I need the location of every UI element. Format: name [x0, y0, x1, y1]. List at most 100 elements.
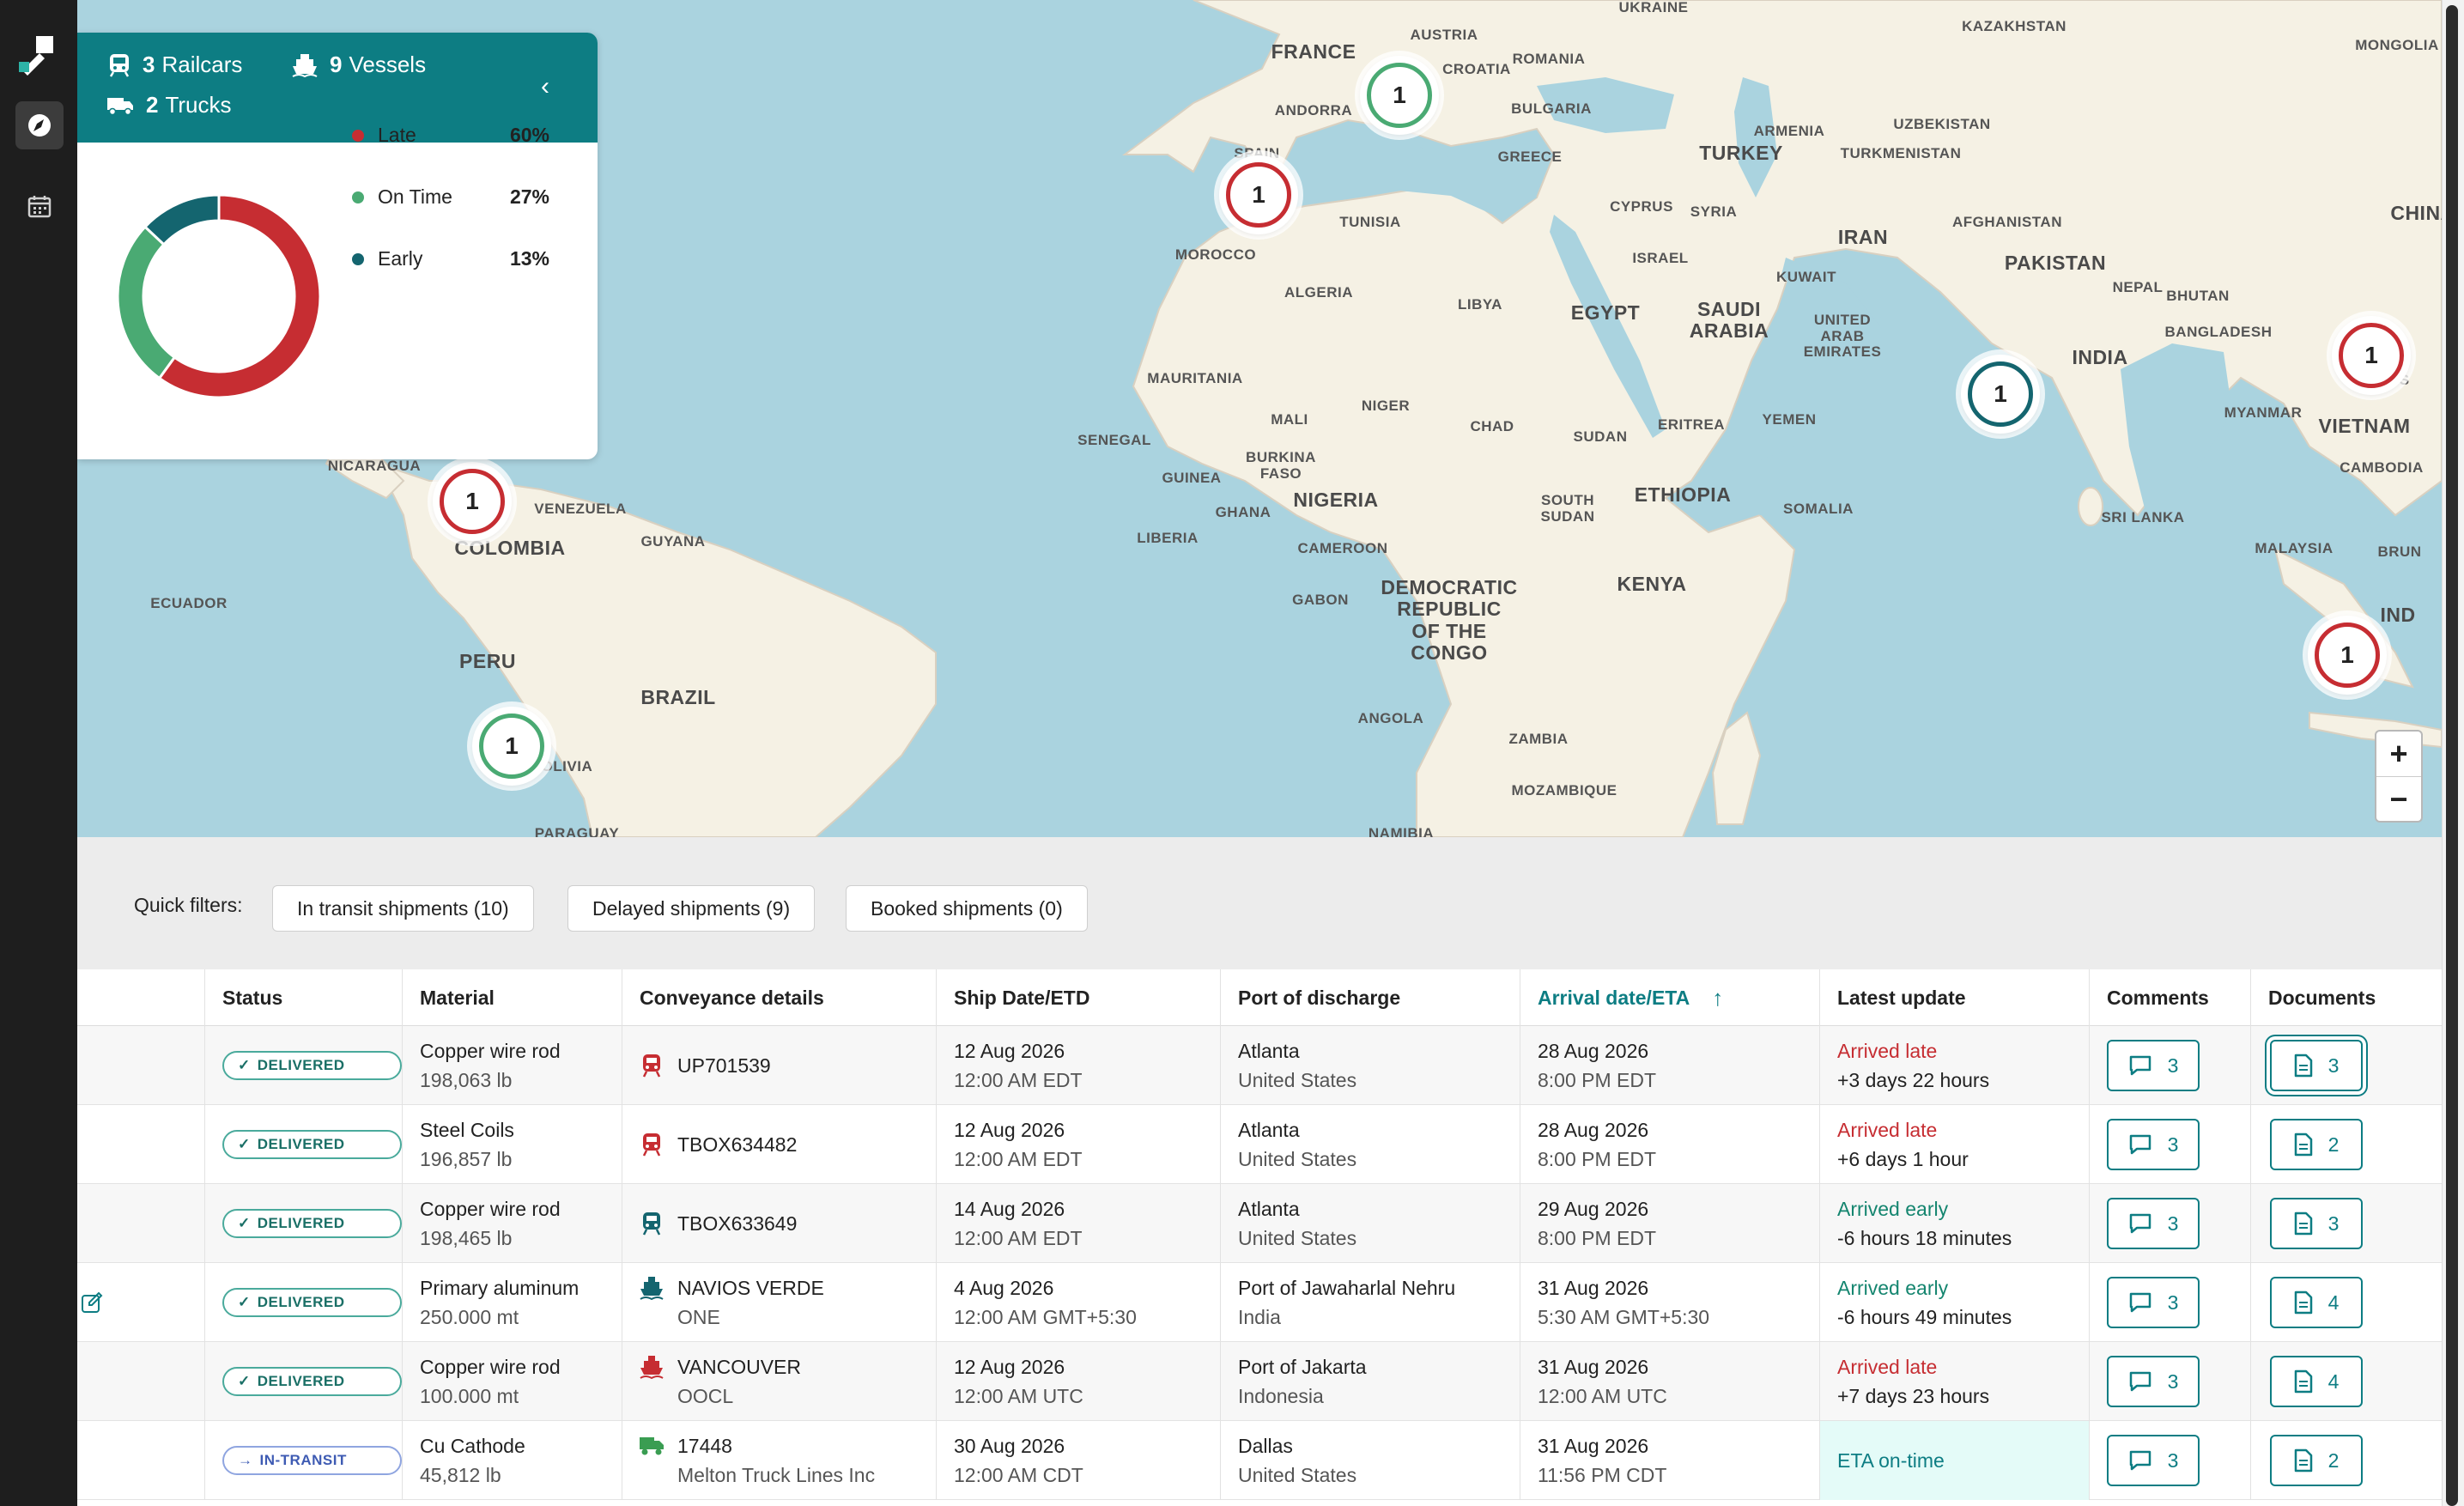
map-marker-red[interactable]: 1 [1219, 155, 1298, 234]
documents-count: 2 [2327, 1449, 2340, 1472]
map-label-democratic-republic-of-the-congo: DEMOCRATIC REPUBLIC OF THE CONGO [1381, 576, 1518, 664]
table-row[interactable]: ✓ DELIVERED Copper wire rod 198,465 lb TB… [77, 1184, 2442, 1263]
comments-button[interactable]: 3 [2107, 1198, 2200, 1249]
map-label-mozambique: MOZAMBIQUE [1511, 782, 1617, 799]
comments-button[interactable]: 3 [2107, 1435, 2200, 1486]
comment-icon [2129, 1371, 2151, 1392]
column-latest-update[interactable]: Latest update [1819, 969, 2089, 1026]
map-marker-red[interactable]: 1 [2308, 616, 2387, 695]
table-row[interactable]: ✓ DELIVERED Copper wire rod 198,063 lb UP… [77, 1026, 2442, 1105]
zoom-out-button[interactable]: − [2376, 776, 2421, 821]
documents-button[interactable]: 4 [2270, 1356, 2363, 1407]
map-marker-red[interactable]: 1 [2332, 316, 2411, 395]
column-comments[interactable]: Comments [2089, 969, 2250, 1026]
column-arrival-date[interactable]: Arrival date/ETA ↑ [1520, 969, 1819, 1026]
map-marker-green[interactable]: 1 [1360, 56, 1439, 135]
comments-cell: 3 [2089, 1184, 2250, 1263]
table-row[interactable]: → IN-TRANSIT Cu Cathode 45,812 lb 17448 M… [77, 1421, 2442, 1500]
map-marker-green[interactable]: 1 [472, 707, 551, 786]
donut-slice-early[interactable] [143, 193, 221, 246]
documents-button[interactable]: 2 [2270, 1119, 2363, 1170]
column-material[interactable]: Material [402, 969, 622, 1026]
column-documents[interactable]: Documents [2250, 969, 2442, 1026]
ship-date: 12 Aug 2026 [954, 1356, 1065, 1378]
zoom-in-button[interactable]: + [2376, 732, 2421, 776]
arrow-right-icon: → [238, 1452, 253, 1468]
train-icon [642, 1133, 661, 1157]
port-name: Atlanta [1238, 1119, 1300, 1141]
comments-cell: 3 [2089, 1263, 2250, 1342]
table-row[interactable]: ✓ DELIVERED Primary aluminum 250.000 mt N… [77, 1263, 2442, 1342]
column-port[interactable]: Port of discharge [1220, 969, 1520, 1026]
arrival-time: 11:56 PM CDT [1538, 1464, 1667, 1486]
arrival-cell: 29 Aug 2026 8:00 PM EDT [1520, 1184, 1819, 1263]
conveyance-cell: TBOX634482 [622, 1105, 936, 1184]
sort-ascending-icon[interactable]: ↑ [1712, 985, 1723, 1011]
filter-booked-chip[interactable]: Booked shipments (0) [846, 885, 1088, 932]
comments-count: 3 [2167, 1212, 2179, 1235]
map-marker-red[interactable]: 1 [433, 462, 512, 541]
port-name: Port of Jawaharlal Nehru [1238, 1277, 1456, 1299]
map-label-iran: IRAN [1837, 226, 1889, 248]
documents-button[interactable]: 3 [2270, 1040, 2363, 1091]
ship-time: 12:00 AM EDT [954, 1148, 1083, 1170]
material-cell: Copper wire rod 100.000 mt [402, 1342, 622, 1421]
column-conveyance[interactable]: Conveyance details [622, 969, 936, 1026]
documents-button[interactable]: 3 [2270, 1198, 2363, 1249]
train-icon [642, 1054, 661, 1078]
table-row[interactable]: ✓ DELIVERED Copper wire rod 100.000 mt VA… [77, 1342, 2442, 1421]
map-label-brazil: BRAZIL [640, 686, 716, 708]
map-label-libya: LIBYA [1458, 296, 1502, 313]
status-badge: ✓ DELIVERED [222, 1209, 402, 1238]
documents-button[interactable]: 2 [2270, 1435, 2363, 1486]
conveyance-id[interactable]: VANCOUVER [677, 1352, 801, 1382]
map-label-venezuela: VENEZUELA [534, 501, 627, 517]
conveyance-id[interactable]: NAVIOS VERDE [677, 1273, 824, 1303]
column-status[interactable]: Status [204, 969, 402, 1026]
shipment-map[interactable]: UKRAINE KAZAKHSTAN FRANCE AUSTRIA ROMANIA CRO… [77, 0, 2442, 837]
filter-in-transit-chip[interactable]: In transit shipments (10) [272, 885, 534, 932]
comments-cell: 3 [2089, 1026, 2250, 1105]
documents-cell: 2 [2250, 1421, 2442, 1500]
documents-cell: 3 [2250, 1184, 2442, 1263]
collapse-chevron-icon[interactable]: ‹ [541, 72, 549, 101]
explore-compass-icon[interactable] [15, 101, 64, 149]
app-logo-icon[interactable] [19, 36, 58, 76]
material-cell: Copper wire rod 198,063 lb [402, 1026, 622, 1105]
map-label-india: INDIA [2072, 346, 2128, 368]
status-text: DELIVERED [257, 1215, 345, 1231]
ship-date-cell: 12 Aug 2026 12:00 AM EDT [936, 1105, 1220, 1184]
comments-button[interactable]: 3 [2107, 1277, 2200, 1328]
map-label-brun: BRUN [2377, 543, 2422, 560]
map-label-egypt: EGYPT [1570, 301, 1641, 324]
documents-count: 4 [2327, 1370, 2340, 1393]
table-row[interactable]: ✓ DELIVERED Steel Coils 196,857 lb TBOX63… [77, 1105, 2442, 1184]
map-label-sudan: SUDAN [1573, 428, 1628, 445]
legend-label: Early [378, 247, 423, 270]
conveyance-id[interactable]: UP701539 [677, 1051, 771, 1080]
map-label-austria: AUSTRIA [1410, 27, 1478, 43]
conveyance-id[interactable]: TBOX634482 [677, 1130, 797, 1159]
map-marker-teal[interactable]: 1 [1961, 355, 2040, 434]
arrival-cell: 31 Aug 2026 11:56 PM CDT [1520, 1421, 1819, 1500]
conveyance-id[interactable]: 17448 [677, 1431, 875, 1460]
column-ship-date[interactable]: Ship Date/ETD [936, 969, 1220, 1026]
filter-delayed-chip[interactable]: Delayed shipments (9) [567, 885, 816, 932]
edit-icon[interactable] [81, 1291, 103, 1314]
comments-button[interactable]: 3 [2107, 1040, 2200, 1091]
status-cell: ✓ DELIVERED [204, 1026, 402, 1105]
conveyance-cell: VANCOUVER OOCL [622, 1342, 936, 1421]
carrier-name: Melton Truck Lines Inc [677, 1464, 876, 1486]
conveyance-id[interactable]: TBOX633649 [677, 1209, 797, 1238]
map-label-sri-lanka: SRI LANKA [2101, 509, 2185, 525]
comments-button[interactable]: 3 [2107, 1356, 2200, 1407]
map-label-malaysia: MALAYSIA [2255, 540, 2334, 556]
train-icon [109, 53, 130, 77]
donut-slice-on-time[interactable] [116, 225, 177, 380]
scrollbar-thumb[interactable] [2446, 5, 2458, 1506]
map-label-paraguay: PARAGUAY [534, 825, 620, 837]
left-nav-rail [0, 0, 77, 1506]
calendar-icon[interactable] [15, 182, 64, 230]
documents-button[interactable]: 4 [2270, 1277, 2363, 1328]
comments-button[interactable]: 3 [2107, 1119, 2200, 1170]
